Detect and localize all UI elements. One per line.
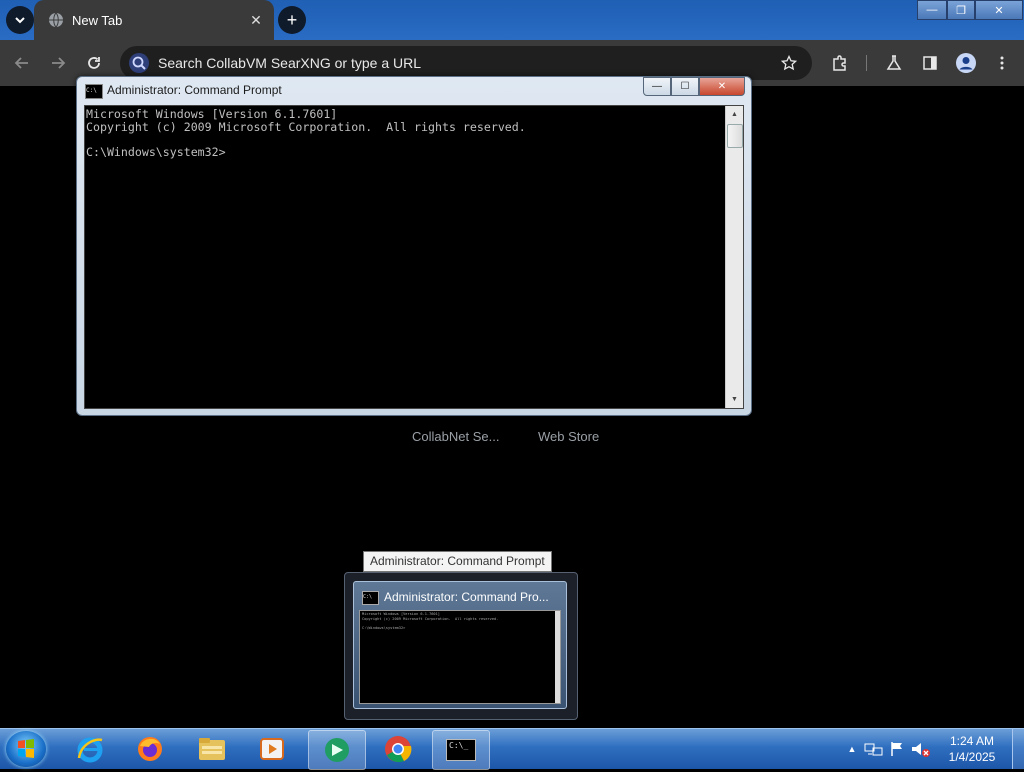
restore-window-button[interactable]: ❐ <box>947 0 975 20</box>
browser-window-controls: — ❐ ✕ <box>917 0 1023 20</box>
command-prompt-icon: C:\_ <box>446 739 476 761</box>
volume-muted-icon[interactable] <box>910 740 932 758</box>
taskbar-media-player[interactable] <box>244 730 300 768</box>
forward-icon <box>52 57 66 69</box>
address-input[interactable] <box>156 54 772 72</box>
start-button[interactable] <box>6 731 46 767</box>
thumbnail-console-text: Microsoft Windows [Version 6.1.7601] Copy… <box>362 612 498 630</box>
labs-button[interactable] <box>880 49 908 77</box>
cmd-minimize-button[interactable]: — <box>643 77 671 96</box>
reload-icon <box>88 57 100 69</box>
menu-button[interactable] <box>988 49 1016 77</box>
minimize-window-button[interactable]: — <box>917 0 947 20</box>
reload-button[interactable] <box>80 49 108 77</box>
command-prompt-icon[interactable]: C:\ <box>85 84 103 99</box>
console-area[interactable]: Microsoft Windows [Version 6.1.7601] Copy… <box>84 105 744 409</box>
console-line: Microsoft Windows [Version 6.1.7601] <box>86 108 338 121</box>
globe-icon <box>49 12 63 28</box>
shortcut-label-webstore[interactable]: Web Store <box>538 429 599 444</box>
thumbnail-window[interactable]: C:\ Administrator: Command Pro... Micros… <box>353 581 567 709</box>
thumb-line: C:\Windows\system32> <box>362 625 406 630</box>
tab-search-button[interactable] <box>6 6 34 34</box>
omnibox[interactable] <box>120 46 812 80</box>
close-tab-icon[interactable]: ✕ <box>244 8 268 32</box>
taskbar-chrome[interactable] <box>370 730 426 768</box>
taskbar-internet-explorer[interactable] <box>62 730 118 768</box>
console-line: Copyright (c) 2009 Microsoft Corporation… <box>86 119 526 134</box>
command-prompt-window[interactable]: C:\ Administrator: Command Prompt — ☐ ✕ … <box>76 76 752 416</box>
taskbar-green-app[interactable] <box>308 730 366 770</box>
tab-new-tab[interactable]: New Tab ✕ <box>34 0 274 40</box>
scroll-up-icon[interactable]: ▲ <box>726 106 743 123</box>
extensions-button[interactable] <box>826 49 854 77</box>
side-panel-button[interactable] <box>916 49 944 77</box>
network-icon[interactable] <box>864 740 884 758</box>
thumbnail-title: Administrator: Command Pro... <box>384 590 549 604</box>
internet-explorer-icon <box>77 737 103 763</box>
green-app-icon <box>325 738 349 762</box>
console-output[interactable]: Microsoft Windows [Version 6.1.7601] Copy… <box>86 108 724 406</box>
firefox-icon <box>138 737 162 761</box>
bookmark-star-icon[interactable] <box>772 46 806 80</box>
action-center-flag-icon[interactable] <box>888 740 906 758</box>
taskbar-clock[interactable]: 1:24 AM 1/4/2025 <box>940 733 1004 765</box>
taskbar-firefox[interactable] <box>122 730 178 768</box>
browser-tab-strip: New Tab ✕ + — ❐ ✕ <box>0 0 1024 40</box>
taskbar: C:\_ ▲ 1:24 AM 1/4/2025 <box>0 728 1024 770</box>
chrome-icon <box>385 736 412 763</box>
side-panel-icon <box>923 56 937 70</box>
extensions-icon <box>833 55 846 71</box>
toolbar-divider <box>866 55 867 71</box>
cmd-close-button[interactable]: ✕ <box>699 77 745 96</box>
taskbar-thumbnail-preview[interactable]: C:\ Administrator: Command Pro... Micros… <box>344 572 578 720</box>
taskbar-file-explorer[interactable] <box>184 730 240 768</box>
forward-button[interactable] <box>44 49 72 77</box>
cmd-window-controls: — ☐ ✕ <box>643 77 745 96</box>
windows-logo-icon <box>18 739 34 758</box>
scroll-thumb[interactable] <box>727 124 743 148</box>
profile-icon <box>956 53 976 73</box>
cmd-maximize-button[interactable]: ☐ <box>671 77 699 96</box>
thumb-line: Copyright (c) 2009 Microsoft Corporation… <box>362 616 499 621</box>
search-icon <box>122 46 156 80</box>
chevron-down-icon <box>15 17 25 24</box>
profile-button[interactable] <box>952 49 980 77</box>
media-player-icon <box>260 738 284 760</box>
show-hidden-icons[interactable]: ▲ <box>844 744 860 754</box>
close-window-button[interactable]: ✕ <box>975 0 1023 20</box>
scroll-down-icon[interactable]: ▼ <box>726 391 743 408</box>
command-prompt-icon: C:\ <box>362 591 379 605</box>
taskbar-command-prompt[interactable]: C:\_ <box>432 730 490 770</box>
labs-icon <box>886 55 902 70</box>
file-explorer-icon <box>199 738 225 760</box>
plus-icon: + <box>286 9 298 30</box>
show-desktop-button[interactable] <box>1012 729 1024 769</box>
tab-title: New Tab <box>72 12 123 28</box>
cmd-titlebar[interactable]: C:\ Administrator: Command Prompt — ☐ ✕ <box>77 77 751 103</box>
back-button[interactable] <box>8 49 36 77</box>
thumbnail-screen: Microsoft Windows [Version 6.1.7601] Copy… <box>359 610 561 704</box>
back-icon <box>14 57 28 69</box>
shortcut-label-collabnet[interactable]: CollabNet Se... <box>412 429 499 444</box>
taskbar-tooltip: Administrator: Command Prompt <box>363 551 552 572</box>
clock-date: 1/4/2025 <box>948 750 996 764</box>
console-scrollbar[interactable]: ▲ ▼ <box>725 106 743 408</box>
clock-time: 1:24 AM <box>949 734 995 748</box>
console-prompt-line: C:\Windows\system32> <box>86 144 226 159</box>
menu-icon <box>1000 56 1004 70</box>
new-tab-button[interactable]: + <box>278 6 306 34</box>
cmd-window-title: Administrator: Command Prompt <box>107 83 282 97</box>
system-tray: ▲ <box>844 729 932 769</box>
thumbnail-scrollbar <box>555 611 560 703</box>
